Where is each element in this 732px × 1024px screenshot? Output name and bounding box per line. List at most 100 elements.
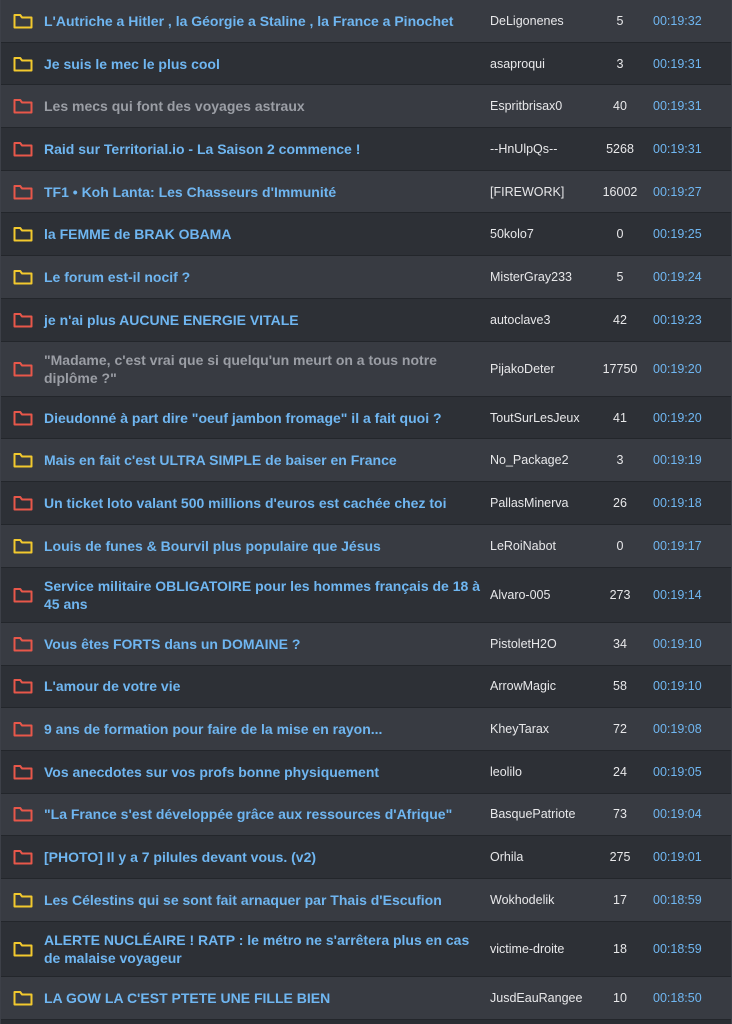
topic-last-message-time[interactable]: 00:19:10: [642, 637, 731, 651]
topic-title-link[interactable]: Un ticket loto valant 500 millions d'eur…: [44, 494, 490, 512]
topic-title-link[interactable]: Louis de funes & Bourvil plus populaire …: [44, 537, 490, 555]
topic-last-message-time[interactable]: 00:18:59: [642, 893, 731, 907]
topic-author[interactable]: PijakoDeter: [490, 362, 598, 376]
topic-author[interactable]: MisterGray233: [490, 270, 598, 284]
topic-reply-count: 5268: [606, 141, 634, 156]
topic-last-message-time[interactable]: 00:18:50: [642, 991, 731, 1005]
topic-title-link[interactable]: Vos anecdotes sur vos profs bonne physiq…: [44, 763, 490, 781]
topic-row[interactable]: "Madame, c'est vrai que si quelqu'un meu…: [1, 341, 731, 397]
topic-author[interactable]: BasquePatriote: [490, 807, 598, 821]
topic-last-message-time[interactable]: 00:19:08: [642, 722, 731, 736]
topic-author[interactable]: victime-droite: [490, 942, 598, 956]
topic-row[interactable]: Un ticket loto valant 500 millions d'eur…: [1, 482, 731, 525]
topic-title-link[interactable]: TF1 • Koh Lanta: Les Chasseurs d'Immunit…: [44, 183, 490, 201]
topic-author[interactable]: DeLigonenes: [490, 14, 598, 28]
topic-last-message-time[interactable]: 00:19:23: [642, 313, 731, 327]
topic-last-message-time[interactable]: 00:19:31: [642, 99, 731, 113]
topic-row[interactable]: Le forum est-il nocif ? MisterGray233 5 00:…: [1, 256, 731, 299]
topic-row[interactable]: ALERTE NUCLÉAIRE ! RATP : le métro ne s'…: [1, 921, 731, 977]
topic-last-message-time[interactable]: 00:19:27: [642, 185, 731, 199]
topic-row[interactable]: Service militaire OBLIGATOIRE pour les h…: [1, 567, 731, 623]
topic-title-link[interactable]: Mais en fait c'est ULTRA SIMPLE de baise…: [44, 451, 490, 469]
topic-author[interactable]: 50kolo7: [490, 227, 598, 241]
topic-author[interactable]: JusdEauRangee: [490, 991, 598, 1005]
topic-author[interactable]: No_Package2: [490, 453, 598, 467]
topic-row[interactable]: Raid sur Territorial.io - La Saison 2 co…: [1, 128, 731, 171]
topic-last-message-time[interactable]: 00:18:59: [642, 942, 731, 956]
topic-last-message-time[interactable]: 00:19:17: [642, 539, 731, 553]
topic-title-link[interactable]: ALERTE NUCLÉAIRE ! RATP : le métro ne s'…: [44, 931, 490, 967]
topic-author[interactable]: LeRoiNabot: [490, 539, 598, 553]
topic-author[interactable]: leolilo: [490, 765, 598, 779]
topic-title-link[interactable]: Les Célestins qui se sont fait arnaquer …: [44, 891, 490, 909]
topic-author[interactable]: Orhila: [490, 850, 598, 864]
topic-last-message-time[interactable]: 00:19:04: [642, 807, 731, 821]
topic-last-message-time[interactable]: 00:19:31: [642, 142, 731, 156]
folder-yellow-icon: [13, 269, 33, 285]
folder-red-icon: [13, 361, 33, 377]
folder-red-icon: [13, 764, 33, 780]
topic-last-message-time[interactable]: 00:19:18: [642, 496, 731, 510]
topic-title-link[interactable]: Vous êtes FORTS dans un DOMAINE ?: [44, 635, 490, 653]
topic-row[interactable]: Je suis le mec le plus cool asaproqui 3 00:…: [1, 42, 731, 86]
topic-title-link[interactable]: "Madame, c'est vrai que si quelqu'un meu…: [44, 351, 490, 387]
topic-author[interactable]: ToutSurLesJeux: [490, 411, 598, 425]
topic-title-link[interactable]: Service militaire OBLIGATOIRE pour les h…: [44, 577, 490, 613]
topic-row[interactable]: je n'ai plus AUCUNE ENERGIE VITALE autocl…: [1, 298, 731, 342]
topic-last-message-time[interactable]: 00:19:05: [642, 765, 731, 779]
topic-title-link[interactable]: Le forum est-il nocif ?: [44, 268, 490, 286]
topic-row[interactable]: "La France s'est développée grâce aux re…: [1, 793, 731, 837]
topic-author[interactable]: PallasMinerva: [490, 496, 598, 510]
topic-row[interactable]: Mais en fait c'est ULTRA SIMPLE de baise…: [1, 439, 731, 483]
topic-row[interactable]: Vos anecdotes sur vos profs bonne physiq…: [1, 750, 731, 794]
topic-status-icon-cell: [1, 678, 44, 694]
topic-title-link[interactable]: Dieudonné à part dire "oeuf jambon froma…: [44, 409, 490, 427]
topic-title-link[interactable]: L'amour de votre vie: [44, 677, 490, 695]
topic-title-link[interactable]: Raid sur Territorial.io - La Saison 2 co…: [44, 140, 490, 158]
topic-row[interactable]: 9 ans de formation pour faire de la mise…: [1, 708, 731, 751]
topic-author[interactable]: [FIREWORK]: [490, 185, 598, 199]
topic-row[interactable]: TF1 • Koh Lanta: Les Chasseurs d'Immunit…: [1, 170, 731, 214]
topic-row[interactable]: L'amour de votre vie ArrowMagic 58 00:19:10: [1, 665, 731, 709]
topic-author[interactable]: --HnUlpQs--: [490, 142, 598, 156]
topic-row[interactable]: la FEMME de BRAK OBAMA 50kolo7 0 00:19:25: [1, 213, 731, 257]
topic-row[interactable]: Les mecs qui font des voyages astraux Esp…: [1, 85, 731, 129]
topic-title-link[interactable]: L'Autriche a Hitler , la Géorgie a Stali…: [44, 12, 490, 30]
topic-status-icon-cell: [1, 849, 44, 865]
topic-title-link[interactable]: Je suis le mec le plus cool: [44, 55, 490, 73]
folder-red-icon: [13, 587, 33, 603]
topic-author[interactable]: Wokhodelik: [490, 893, 598, 907]
topic-author[interactable]: asaproqui: [490, 57, 598, 71]
topic-title-link[interactable]: "La France s'est développée grâce aux re…: [44, 805, 490, 823]
topic-author[interactable]: autoclave3: [490, 313, 598, 327]
topic-author[interactable]: KheyTarax: [490, 722, 598, 736]
topic-author[interactable]: PistoletH2O: [490, 637, 598, 651]
topic-title-link[interactable]: [PHOTO] Il y a 7 pilules devant vous. (v…: [44, 848, 490, 866]
topic-author[interactable]: Alvaro-005: [490, 588, 598, 602]
topic-last-message-time[interactable]: 00:19:31: [642, 57, 731, 71]
topic-last-message-time[interactable]: 00:19:20: [642, 362, 731, 376]
topic-title-link[interactable]: je n'ai plus AUCUNE ENERGIE VITALE: [44, 311, 490, 329]
topic-row[interactable]: [PHOTO] Il y a 7 pilules devant vous. (v…: [1, 836, 731, 879]
topic-row[interactable]: Vous êtes FORTS dans un DOMAINE ? Pistole…: [1, 622, 731, 666]
topic-last-message-time[interactable]: 00:19:32: [642, 14, 731, 28]
topic-last-message-time[interactable]: 00:19:25: [642, 227, 731, 241]
topic-author[interactable]: ArrowMagic: [490, 679, 598, 693]
topic-title-link[interactable]: 9 ans de formation pour faire de la mise…: [44, 720, 490, 738]
topic-title-link[interactable]: Les mecs qui font des voyages astraux: [44, 97, 490, 115]
topic-last-message-time[interactable]: 00:19:01: [642, 850, 731, 864]
topic-title-link[interactable]: la FEMME de BRAK OBAMA: [44, 225, 490, 243]
folder-red-icon: [13, 410, 33, 426]
topic-row[interactable]: Les Célestins qui se sont fait arnaquer …: [1, 878, 731, 922]
topic-title-link[interactable]: LA GOW LA C'EST PTETE UNE FILLE BIEN: [44, 989, 490, 1007]
topic-row[interactable]: LA GOW LA C'EST PTETE UNE FILLE BIEN Jusd…: [1, 976, 731, 1020]
topic-author[interactable]: Espritbrisax0: [490, 99, 598, 113]
topic-row[interactable]: Louis de funes & Bourvil plus populaire …: [1, 524, 731, 568]
topic-last-message-time[interactable]: 00:19:19: [642, 453, 731, 467]
topic-row[interactable]: Dieudonné à part dire "oeuf jambon froma…: [1, 396, 731, 440]
topic-row[interactable]: L'Autriche a Hitler , la Géorgie a Stali…: [1, 0, 731, 43]
topic-last-message-time[interactable]: 00:19:20: [642, 411, 731, 425]
topic-last-message-time[interactable]: 00:19:14: [642, 588, 731, 602]
topic-last-message-time[interactable]: 00:19:24: [642, 270, 731, 284]
topic-last-message-time[interactable]: 00:19:10: [642, 679, 731, 693]
